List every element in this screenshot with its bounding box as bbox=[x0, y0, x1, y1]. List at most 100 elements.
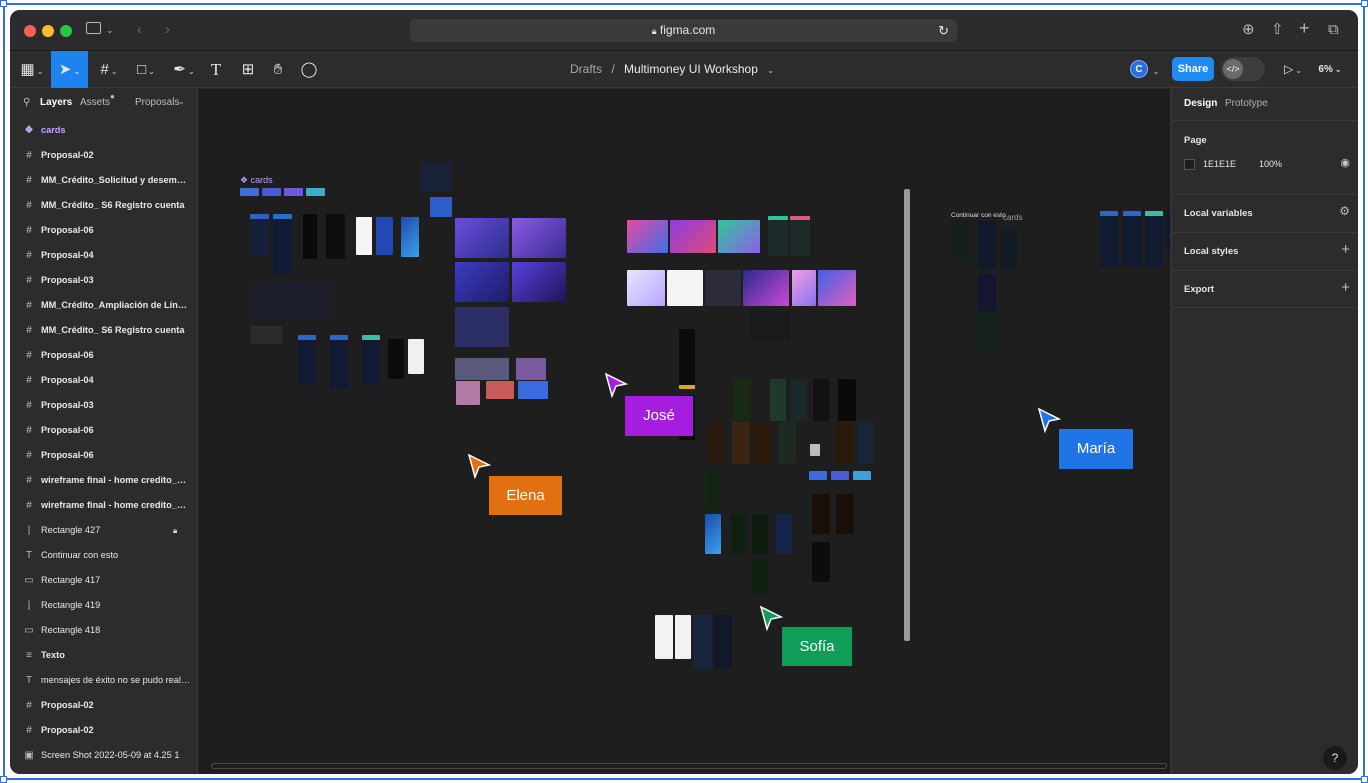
screen-thumbnail[interactable] bbox=[708, 422, 724, 464]
screen-thumbnail[interactable] bbox=[694, 615, 712, 669]
artboard-thumbnail[interactable] bbox=[818, 270, 856, 306]
screen-thumbnail[interactable] bbox=[1001, 229, 1017, 269]
icon-row-thumbnail[interactable] bbox=[250, 326, 282, 344]
card-thumbnail[interactable] bbox=[809, 471, 827, 480]
share-button[interactable]: Share bbox=[1172, 57, 1214, 81]
screen-thumbnail[interactable] bbox=[858, 422, 874, 464]
frame-tool-icon[interactable]: # ⌄ bbox=[94, 51, 124, 88]
file-name[interactable]: Multimoney UI Workshop bbox=[624, 62, 758, 76]
screen-thumbnail[interactable] bbox=[752, 514, 768, 554]
text-tool-icon[interactable]: T bbox=[206, 51, 226, 88]
layer-row[interactable]: Tmensajes de éxito no se pudo realizar bbox=[10, 668, 198, 693]
tab-overview-icon[interactable]: ⧉ bbox=[1328, 21, 1339, 39]
sidebar-toggle-icon[interactable] bbox=[86, 22, 101, 34]
screen-thumbnail[interactable] bbox=[1123, 211, 1141, 267]
card-thumbnail[interactable] bbox=[284, 188, 303, 196]
screen-thumbnail[interactable] bbox=[978, 221, 996, 269]
page-opacity-value[interactable]: 100% bbox=[1259, 159, 1282, 169]
continuar-label[interactable]: Continuar con esto bbox=[951, 212, 1011, 219]
hand-tool-icon[interactable]: ✋︎ bbox=[268, 51, 288, 88]
layer-row[interactable]: # MM_Crédito_Ampliación de Línea de crédi… bbox=[10, 293, 198, 318]
screen-thumbnail[interactable] bbox=[303, 214, 317, 259]
design-canvas[interactable]: ❖ cards Continuar con esto cards José El… bbox=[198, 89, 1170, 774]
screen-thumbnail[interactable] bbox=[810, 444, 820, 456]
card-thumbnail[interactable] bbox=[831, 471, 849, 480]
screen-thumbnail[interactable] bbox=[675, 615, 691, 659]
zoom-window-button[interactable] bbox=[60, 25, 72, 37]
screen-thumbnail[interactable] bbox=[752, 559, 768, 594]
page-color-swatch[interactable] bbox=[1184, 159, 1195, 170]
layer-row[interactable]: # Proposal-06 bbox=[10, 343, 198, 368]
pages-dropdown[interactable]: Proposals bbox=[135, 97, 179, 108]
chevron-down-icon[interactable]: ⌄ bbox=[106, 21, 114, 39]
layer-row[interactable]: # wireframe final - home credito_Con deud… bbox=[10, 468, 198, 493]
card-thumbnail[interactable] bbox=[306, 188, 325, 196]
screen-thumbnail[interactable] bbox=[731, 514, 747, 554]
screen-thumbnail[interactable] bbox=[768, 216, 788, 256]
layer-row[interactable]: ▭ Rectangle 418 bbox=[10, 618, 198, 643]
avatar[interactable]: C bbox=[1130, 60, 1148, 78]
add-export-icon[interactable]: + bbox=[1341, 279, 1350, 296]
screen-thumbnail[interactable] bbox=[778, 422, 796, 464]
layer-row[interactable]: # Proposal-06 bbox=[10, 443, 198, 468]
chevron-down-icon[interactable]: ⌄ bbox=[1150, 51, 1160, 88]
back-icon[interactable]: ‹ bbox=[137, 21, 142, 39]
layer-row[interactable]: | Rectangle 427 🔒︎ bbox=[10, 518, 198, 543]
tab-prototype[interactable]: Prototype bbox=[1225, 98, 1268, 109]
layer-row[interactable]: # Proposal-03 bbox=[10, 268, 198, 293]
variables-settings-icon[interactable]: ⚙︎ bbox=[1339, 204, 1350, 218]
screen-thumbnail[interactable] bbox=[978, 274, 996, 316]
tab-layers[interactable]: Layers bbox=[40, 97, 72, 108]
lock-icon[interactable]: 🔒︎ bbox=[173, 518, 177, 543]
artboard-thumbnail[interactable] bbox=[627, 220, 668, 253]
artboard-thumbnail[interactable] bbox=[627, 270, 665, 306]
pen-tool-icon[interactable]: ✒ ⌄ bbox=[169, 51, 199, 88]
resources-icon[interactable]: ⊞ bbox=[238, 51, 258, 88]
chevron-down-icon[interactable]: ⌄ bbox=[178, 97, 185, 106]
share-icon[interactable]: ⇧ bbox=[1271, 21, 1284, 39]
screen-thumbnail[interactable] bbox=[714, 615, 732, 669]
layer-row[interactable]: # Proposal-04 bbox=[10, 368, 198, 393]
layer-row[interactable]: # Proposal-06 bbox=[10, 418, 198, 443]
icon-sheet-thumbnail[interactable] bbox=[420, 162, 452, 192]
page-color-value[interactable]: 1E1E1E bbox=[1203, 159, 1236, 169]
help-button[interactable]: ? bbox=[1323, 746, 1347, 770]
cards-label[interactable]: cards bbox=[1003, 213, 1023, 222]
artboard-thumbnail[interactable] bbox=[743, 270, 789, 306]
screen-thumbnail[interactable] bbox=[273, 214, 292, 274]
component-label[interactable]: ❖ cards bbox=[240, 175, 273, 186]
screen-thumbnail[interactable] bbox=[813, 379, 829, 421]
eye-icon[interactable]: ◉ bbox=[1340, 156, 1350, 169]
screen-thumbnail[interactable] bbox=[812, 542, 830, 582]
layer-row[interactable]: # Proposal-02 bbox=[10, 143, 198, 168]
screen-thumbnail[interactable] bbox=[1166, 211, 1170, 251]
layer-row[interactable]: # MM_Crédito_ S6 Registro cuenta bbox=[10, 193, 198, 218]
artboard-thumbnail[interactable] bbox=[792, 270, 816, 306]
screen-thumbnail[interactable] bbox=[791, 379, 807, 421]
screen-thumbnail[interactable] bbox=[836, 494, 854, 534]
image-thumbnail[interactable] bbox=[486, 381, 514, 399]
move-tool-icon[interactable]: ➤ ⌄ bbox=[51, 51, 88, 88]
local-variables-title[interactable]: Local variables bbox=[1184, 208, 1253, 219]
screen-thumbnail[interactable] bbox=[952, 221, 970, 261]
reload-icon[interactable]: ↻ bbox=[938, 19, 949, 42]
screen-thumbnail[interactable] bbox=[1145, 211, 1163, 267]
horizontal-scrollbar[interactable] bbox=[211, 763, 1167, 769]
image-thumbnail[interactable] bbox=[455, 358, 509, 380]
screen-thumbnail[interactable] bbox=[1100, 211, 1118, 267]
screen-thumbnail[interactable] bbox=[376, 217, 393, 255]
artboard-thumbnail[interactable] bbox=[670, 220, 716, 253]
screen-thumbnail[interactable] bbox=[298, 335, 316, 385]
screen-thumbnail[interactable] bbox=[812, 494, 830, 534]
shape-tool-icon[interactable]: □ ⌄ bbox=[131, 51, 161, 88]
screen-thumbnail[interactable] bbox=[978, 311, 996, 349]
screen-thumbnail[interactable] bbox=[330, 335, 348, 389]
artboard-thumbnail[interactable] bbox=[455, 307, 509, 347]
forward-icon[interactable]: › bbox=[165, 21, 170, 39]
add-style-icon[interactable]: + bbox=[1341, 241, 1350, 258]
card-thumbnail[interactable] bbox=[240, 188, 259, 196]
artboard-thumbnail[interactable] bbox=[512, 218, 566, 258]
screen-thumbnail[interactable] bbox=[326, 214, 345, 259]
screen-thumbnail[interactable] bbox=[790, 216, 810, 256]
layer-row[interactable]: ≡ Texto bbox=[10, 643, 198, 668]
